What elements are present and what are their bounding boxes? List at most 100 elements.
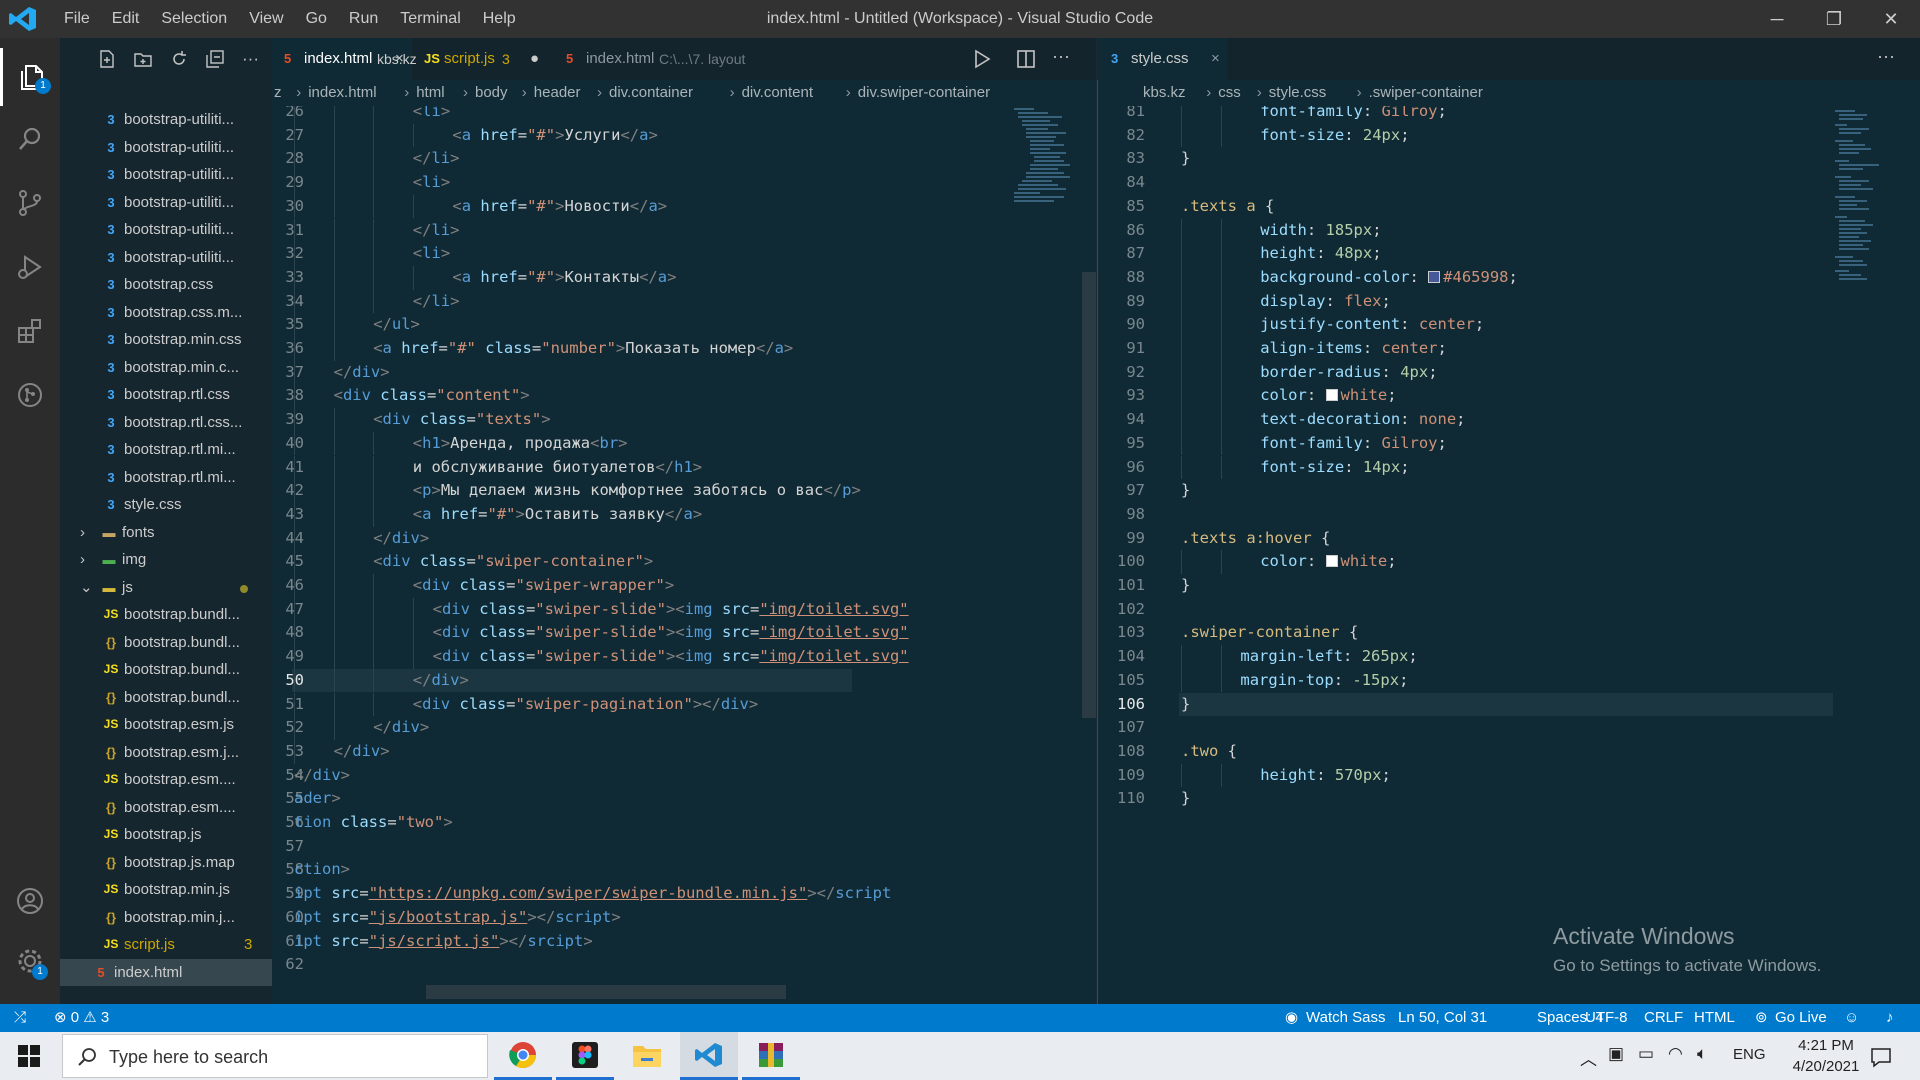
taskbar-search-box[interactable]: Type here to search — [62, 1034, 488, 1078]
close-tab-icon[interactable]: × — [395, 38, 404, 80]
file-item[interactable]: {} bootstrap.bundl... — [60, 684, 272, 712]
account-activity[interactable] — [0, 872, 60, 930]
menu-run[interactable]: Run — [338, 0, 389, 38]
breadcrumb-item[interactable]: index.html — [308, 80, 376, 106]
search-activity[interactable] — [0, 110, 60, 168]
source-control-activity[interactable] — [0, 174, 60, 232]
breadcrumb-item[interactable]: body — [475, 80, 508, 106]
new-folder-icon[interactable] — [134, 50, 152, 68]
vertical-scrollbar[interactable] — [1082, 272, 1096, 718]
notification-center-icon[interactable] — [1870, 1046, 1892, 1068]
breadcrumb-item[interactable]: div.swiper-container — [858, 80, 990, 106]
file-item[interactable]: JS bootstrap.esm.js — [60, 711, 272, 739]
show-hidden-icons[interactable]: ︿ — [1580, 1045, 1597, 1070]
file-item[interactable]: 3 style.css — [60, 491, 272, 519]
file-item[interactable]: JS bootstrap.esm.... — [60, 766, 272, 794]
menu-help[interactable]: Help — [472, 0, 527, 38]
file-item[interactable]: 3 bootstrap.rtl.mi... — [60, 436, 272, 464]
file-item[interactable]: {} bootstrap.esm.... — [60, 794, 272, 822]
file-item[interactable]: 3 bootstrap.min.c... — [60, 354, 272, 382]
code-area[interactable]: 81 font-family: Gilroy; 82 font-size: 24px;… — [1097, 106, 1833, 986]
winrar-taskbar-app[interactable] — [742, 1032, 800, 1080]
more-editor-actions-icon[interactable]: ··· — [1052, 46, 1070, 67]
file-explorer-taskbar-app[interactable] — [618, 1032, 676, 1080]
chrome-taskbar-app[interactable] — [494, 1032, 552, 1080]
remote-indicator[interactable]: ⤮ — [14, 1004, 26, 1032]
run-icon[interactable] — [973, 49, 991, 69]
color-swatch[interactable] — [1325, 555, 1338, 568]
file-item[interactable]: ⌄ ▬ js — [60, 574, 272, 602]
file-item[interactable]: 3 bootstrap.css.m... — [60, 299, 272, 327]
git-graph-activity[interactable] — [0, 366, 60, 424]
file-item[interactable]: › ▬ fonts — [60, 519, 272, 547]
breadcrumb-item[interactable]: div.container — [609, 80, 693, 106]
cursor-position[interactable]: Ln 50, Col 31 — [1398, 1004, 1487, 1032]
file-item[interactable]: 3 bootstrap-utiliti... — [60, 161, 272, 189]
vscode-taskbar-app[interactable] — [680, 1032, 738, 1080]
notifications-icon[interactable]: ♪ — [1886, 1004, 1894, 1032]
file-item[interactable]: 3 bootstrap-utiliti... — [60, 216, 272, 244]
breadcrumb-item[interactable]: header — [534, 80, 581, 106]
breadcrumb-item[interactable]: html — [416, 80, 444, 106]
file-item[interactable]: {} bootstrap.js.map — [60, 849, 272, 877]
extensions-activity[interactable] — [0, 302, 60, 360]
breadcrumb-item[interactable]: .swiper-container — [1369, 80, 1483, 106]
color-swatch[interactable] — [1428, 270, 1441, 283]
color-swatch[interactable] — [1325, 389, 1338, 402]
battery-icon[interactable]: ▭ — [1638, 1044, 1654, 1064]
unsaved-dot-icon[interactable]: ● — [530, 38, 539, 80]
close-window-button[interactable]: ✕ — [1863, 0, 1919, 38]
minimap[interactable] — [1012, 106, 1078, 241]
horizontal-scrollbar[interactable] — [426, 985, 786, 999]
editor-tab[interactable]: JS script.js 3 ● — [412, 38, 554, 80]
new-file-icon[interactable] — [98, 50, 116, 68]
watch-sass-button[interactable]: Watch Sass — [1306, 1004, 1385, 1032]
menu-file[interactable]: File — [53, 0, 101, 38]
file-item[interactable]: 3 bootstrap.rtl.mi... — [60, 464, 272, 492]
breadcrumb-item[interactable]: style.css — [1269, 80, 1327, 106]
file-item[interactable]: JS bootstrap.bundl... — [60, 656, 272, 684]
close-tab-icon[interactable]: × — [1211, 38, 1220, 80]
more-editor-actions-icon[interactable]: ··· — [1877, 46, 1895, 67]
manage-activity[interactable]: 1 — [0, 932, 60, 990]
wifi-icon[interactable]: ◠ — [1668, 1044, 1683, 1064]
file-item[interactable]: JS bootstrap.js — [60, 821, 272, 849]
editor-tab[interactable]: 3 style.css × — [1097, 38, 1227, 80]
explorer-activity[interactable]: 1 — [0, 48, 60, 106]
restore-button[interactable]: ❐ — [1806, 0, 1862, 38]
menu-selection[interactable]: Selection — [150, 0, 238, 38]
figma-taskbar-app[interactable] — [556, 1032, 614, 1080]
split-editor-icon[interactable] — [1016, 49, 1036, 69]
file-item[interactable]: 3 bootstrap-utiliti... — [60, 134, 272, 162]
file-item[interactable]: 5 index.html — [60, 958, 272, 986]
breadcrumb-item[interactable]: z — [274, 80, 282, 106]
menu-go[interactable]: Go — [295, 0, 338, 38]
file-item[interactable]: {} bootstrap.min.j... — [60, 904, 272, 932]
file-item[interactable]: JS script.js 3 — [60, 931, 272, 959]
more-actions-icon[interactable]: ··· — [242, 49, 259, 69]
breadcrumb-item[interactable]: div.content — [742, 80, 813, 106]
file-item[interactable]: JS bootstrap.bundl... — [60, 601, 272, 629]
file-item[interactable]: › ▬ img — [60, 546, 272, 574]
problems-indicator[interactable]: ⊗ 0 ⚠ 3 — [54, 1004, 109, 1032]
breadcrumb-item[interactable]: kbs.kz — [1143, 80, 1186, 106]
language-indicator[interactable]: ENG — [1733, 1046, 1766, 1063]
file-item[interactable]: {} bootstrap.bundl... — [60, 629, 272, 657]
minimize-button[interactable]: ─ — [1749, 0, 1805, 38]
collapse-all-icon[interactable] — [206, 50, 224, 68]
file-item[interactable]: 3 bootstrap.rtl.css... — [60, 409, 272, 437]
menu-view[interactable]: View — [238, 0, 294, 38]
file-item[interactable]: 3 bootstrap-utiliti... — [60, 106, 272, 134]
file-item[interactable]: 3 bootstrap-utiliti... — [60, 189, 272, 217]
minimap[interactable] — [1833, 106, 1899, 311]
encoding[interactable]: UTF-8 — [1585, 1004, 1628, 1032]
language-mode[interactable]: HTML — [1694, 1004, 1735, 1032]
file-item[interactable]: {} bootstrap.esm.j... — [60, 739, 272, 767]
refresh-icon[interactable] — [170, 50, 188, 68]
line-ending[interactable]: CRLF — [1644, 1004, 1683, 1032]
taskbar-clock[interactable]: 4:21 PM 4/20/2021 — [1778, 1035, 1874, 1077]
menu-edit[interactable]: Edit — [101, 0, 151, 38]
code-area[interactable]: 26<li>27<a href="#">Услуги</a>28</li>29<… — [272, 106, 1012, 986]
editor-tab[interactable]: 5 index.html kbs.kz × — [272, 38, 417, 80]
menu-terminal[interactable]: Terminal — [389, 0, 471, 38]
